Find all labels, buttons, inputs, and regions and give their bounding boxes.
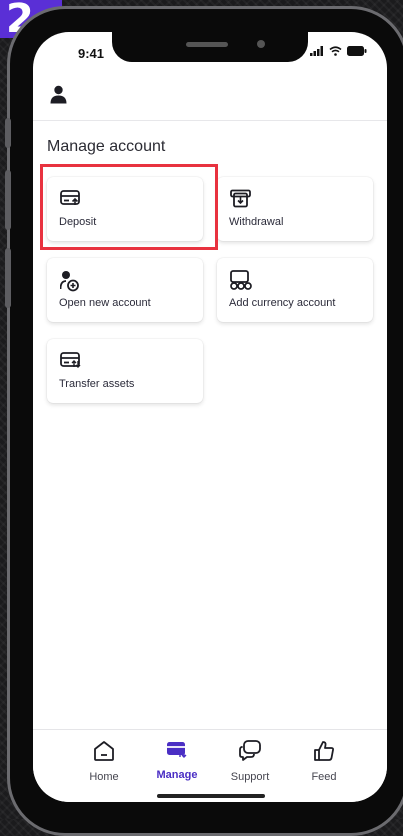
phone-side-button: [5, 248, 11, 308]
front-camera: [257, 40, 265, 48]
tab-support[interactable]: Support: [218, 740, 282, 783]
home-indicator: [157, 794, 265, 798]
transfer-assets-card[interactable]: Transfer assets: [47, 339, 203, 403]
signal-icon: [310, 46, 323, 56]
tab-label: Support: [230, 771, 270, 783]
currency-account-icon: [230, 270, 252, 290]
withdrawal-card[interactable]: Withdrawal: [217, 177, 373, 241]
tab-feed[interactable]: Feed: [292, 740, 356, 783]
tab-label: Home: [89, 771, 119, 783]
manage-icon: [167, 742, 187, 758]
status-time: 9:41: [78, 46, 105, 61]
app-header: [33, 72, 387, 121]
phone-side-button: [5, 118, 11, 148]
wifi-icon: [329, 46, 342, 56]
support-icon: [239, 740, 261, 761]
section-title: Manage account: [47, 138, 166, 155]
app-screen: 9:41 Manage account Deposit Withdrawal O…: [33, 32, 387, 802]
card-label: Add currency account: [229, 297, 336, 309]
card-label: Withdrawal: [229, 216, 284, 228]
add-currency-account-card[interactable]: Add currency account: [217, 258, 373, 322]
card-label: Transfer assets: [59, 378, 135, 390]
phone-notch: [112, 32, 308, 62]
phone-side-button: [5, 170, 11, 230]
status-icons: [310, 46, 367, 56]
battery-icon: [347, 46, 367, 56]
open-new-account-card[interactable]: Open new account: [47, 258, 203, 322]
home-icon: [94, 741, 114, 761]
card-label: Open new account: [59, 297, 151, 309]
speaker-grille: [186, 42, 228, 47]
tab-manage[interactable]: Manage: [145, 740, 209, 781]
deposit-highlight-box: [40, 164, 218, 250]
tab-label: Manage: [156, 769, 198, 781]
thumbs-up-icon: [314, 741, 334, 761]
tab-label: Feed: [311, 771, 337, 783]
open-account-icon: [60, 271, 79, 292]
transfer-assets-icon: [60, 352, 81, 368]
user-icon[interactable]: [50, 85, 67, 104]
tab-home[interactable]: Home: [72, 740, 136, 783]
withdrawal-icon: [230, 189, 251, 208]
bottom-tab-bar: Home Manage Support Feed: [33, 729, 387, 802]
